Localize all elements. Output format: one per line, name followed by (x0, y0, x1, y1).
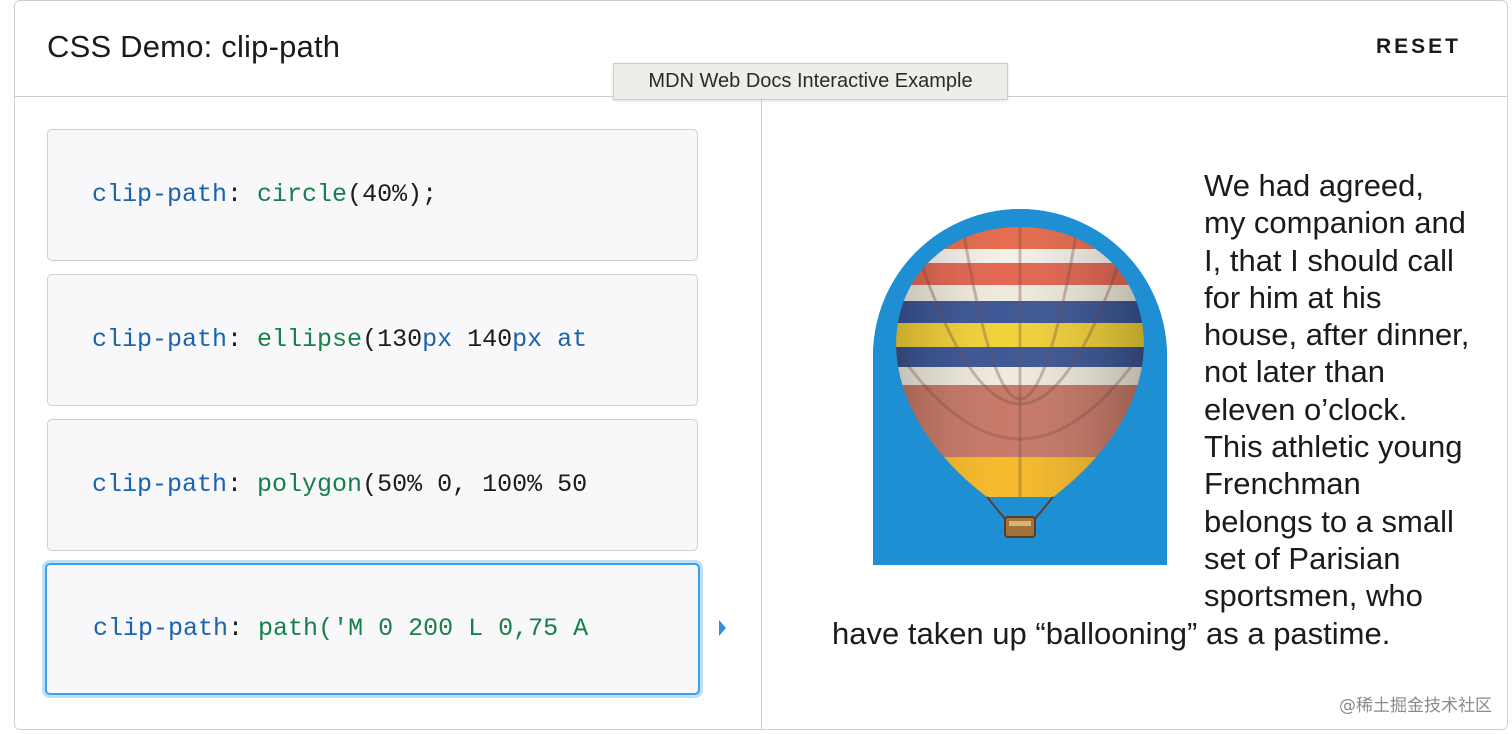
code-function: ellipse (257, 325, 363, 354)
code-args: (50% 0, 100% 50 (362, 470, 588, 499)
code-separator: : (227, 470, 258, 499)
example-choice-circle[interactable]: clip-path: circle(40%); (47, 129, 698, 261)
code-function: path (258, 614, 319, 643)
code-separator: : (228, 614, 259, 643)
example-choice-polygon[interactable]: clip-path: polygon(50% 0, 100% 50 (47, 419, 698, 551)
code-property: clip-path (92, 470, 228, 499)
page-title: CSS Demo: clip-path (47, 29, 341, 64)
tooltip: MDN Web Docs Interactive Example (613, 63, 1008, 100)
interactive-example-frame: CSS Demo: clip-path RESET clip-path: cir… (14, 0, 1508, 730)
code-function: circle (257, 180, 348, 209)
reset-button[interactable]: RESET (1376, 35, 1461, 59)
code-keyword: at (542, 325, 588, 354)
selected-indicator-icon (719, 620, 726, 636)
code-property: clip-path (93, 614, 229, 643)
code-args: 140 (452, 325, 513, 354)
output-pane: We had agreed, my companion and I, that … (762, 97, 1507, 729)
code-function: polygon (257, 470, 363, 499)
code-args: (40%); (347, 180, 438, 209)
code-args: (130 (362, 325, 423, 354)
example-choice-path[interactable]: clip-path: path('M 0 200 L 0,75 A (45, 563, 700, 695)
code-unit: px (422, 325, 453, 354)
watermark: @稀土掘金技术社区 (1339, 696, 1492, 716)
code-unit: px (512, 325, 543, 354)
code-property: clip-path (92, 325, 228, 354)
example-choice-ellipse[interactable]: clip-path: ellipse(130px 140px at (47, 274, 698, 406)
code-separator: : (227, 180, 258, 209)
code-property: clip-path (92, 180, 228, 209)
code-separator: : (227, 325, 258, 354)
story-text: We had agreed, my companion and I, that … (832, 167, 1472, 683)
code-args: ('M 0 200 L 0,75 A (318, 614, 589, 643)
